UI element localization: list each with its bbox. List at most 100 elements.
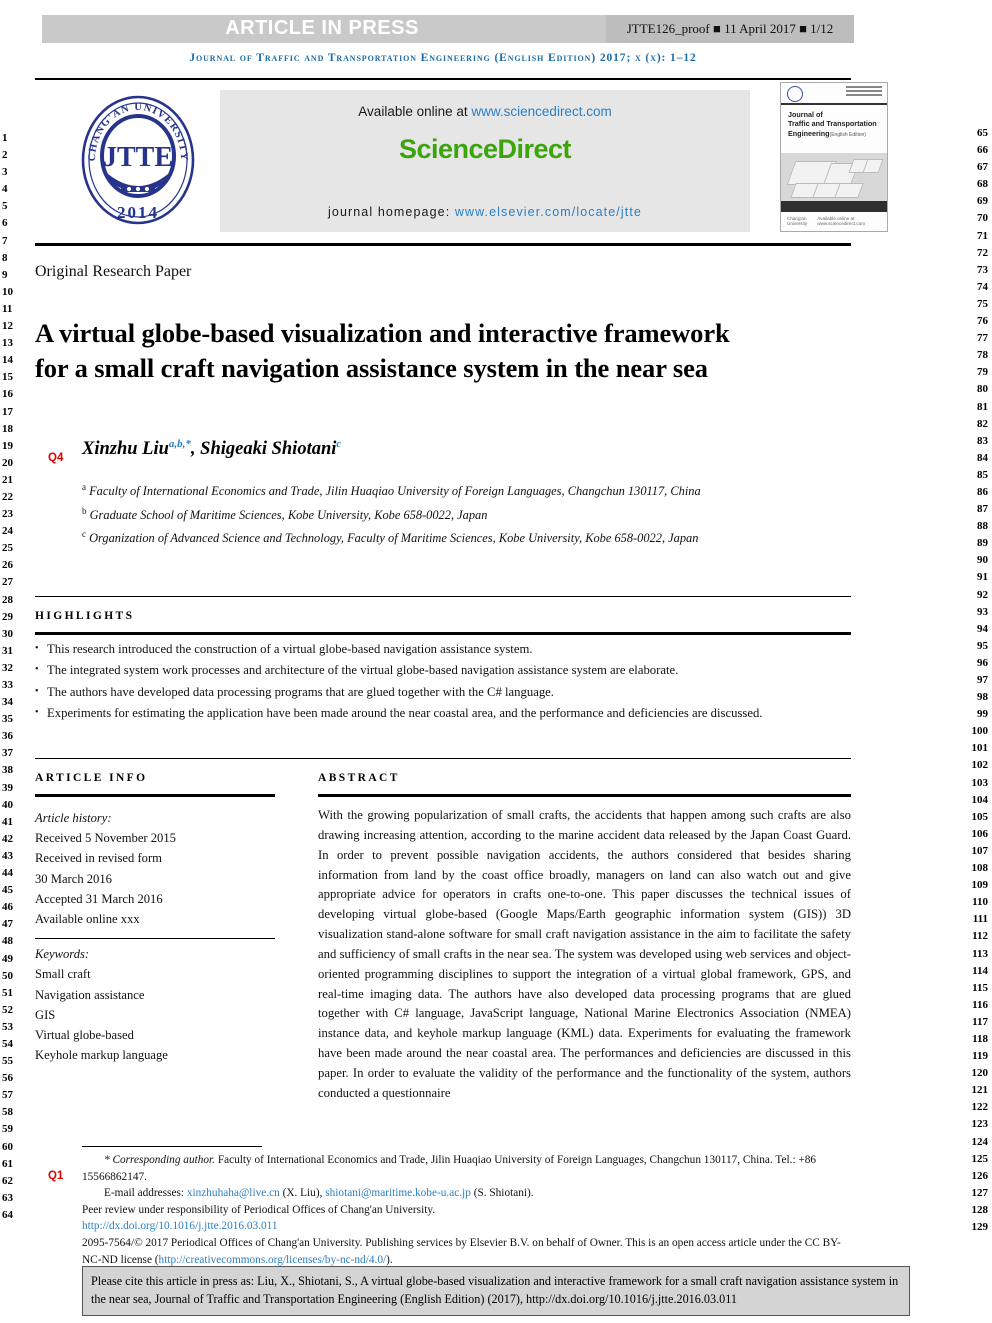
line-numbers-right: 65 66 67 68 69 70 71 72 73 74 75 76 77 78 79 80 81 82 83 84…: [946, 125, 989, 1236]
journal-running-head: Journal of Traffic and Transportation En…: [189, 52, 697, 64]
keywords-block: Keywords: Small craft Navigation assistan…: [35, 944, 275, 1065]
author-separator: ,: [190, 439, 201, 460]
line-number: 85: [977, 468, 988, 481]
affiliation-text: Faculty of International Economics and T…: [89, 484, 701, 499]
copyright-note: 2095-7564/© 2017 Periodical Offices of C…: [82, 1235, 852, 1268]
email-link-1[interactable]: xinzhuhaha@live.cn: [187, 1187, 280, 1199]
line-number: 109: [971, 879, 989, 892]
page-title: A virtual globe-based visualization and …: [35, 317, 730, 384]
keyword-item: GIS: [35, 1007, 56, 1022]
line-number: 87: [977, 503, 988, 516]
line-number: 120: [971, 1067, 989, 1080]
author-2-name: Shigeaki Shiotani: [200, 439, 337, 460]
highlights-top-rule: [35, 596, 851, 597]
line-number: 102: [971, 759, 989, 772]
line-number: 107: [971, 844, 989, 857]
article-history-item: Accepted 31 March 2016: [35, 891, 163, 906]
line-number: 101: [971, 742, 989, 755]
line-number: 112: [972, 930, 988, 943]
line-number: 27: [2, 576, 13, 589]
license-link[interactable]: http://creativecommons.org/licenses/by-n…: [159, 1254, 387, 1266]
sciencedirect-banner: Available online at www.sciencedirect.co…: [220, 90, 750, 232]
sciencedirect-link[interactable]: www.sciencedirect.com: [471, 104, 611, 119]
doi-link[interactable]: http://dx.doi.org/10.1016/j.jtte.2016.03…: [82, 1220, 278, 1232]
cover-foot-left: Chang'an University: [787, 216, 808, 226]
line-number: 115: [972, 981, 988, 994]
line-number: 83: [977, 434, 988, 447]
highlight-item: The integrated system work processes and…: [35, 660, 851, 681]
affiliation-mark: a: [82, 482, 86, 492]
journal-homepage-link[interactable]: www.elsevier.com/locate/jtte: [455, 205, 642, 219]
line-number: 90: [977, 554, 988, 567]
line-number: 123: [971, 1118, 989, 1131]
keyword-item: Small craft: [35, 967, 91, 982]
line-number: 56: [2, 1072, 13, 1085]
line-number: 58: [2, 1106, 13, 1119]
line-number: 113: [972, 947, 988, 960]
footnote-rule: [82, 1146, 262, 1147]
line-number: 36: [2, 730, 13, 743]
author-1-name: Xinzhu Liu: [82, 439, 169, 460]
email-addresses-label: E-mail addresses:: [104, 1187, 184, 1200]
masthead: CHANG'AN UNIVERSITY JTTE 2014 Available …: [35, 82, 895, 232]
line-number: 76: [977, 315, 988, 328]
article-type-label: Original Research Paper: [35, 263, 192, 280]
line-number: 93: [977, 605, 988, 618]
keyword-item: Virtual globe-based: [35, 1028, 134, 1043]
line-number: 111: [972, 913, 988, 926]
author-2-affiliation-marks: c: [336, 438, 342, 450]
cover-title-line1: Journal of: [788, 110, 823, 119]
doi-line: http://dx.doi.org/10.1016/j.jtte.2016.03…: [82, 1218, 852, 1235]
cover-band: [781, 201, 887, 212]
available-online-label: Available online at: [358, 104, 468, 119]
article-info-heading: ARTICLE INFO: [35, 772, 148, 784]
highlight-item: The authors have developed data processi…: [35, 682, 851, 703]
line-number: 28: [2, 593, 13, 606]
line-number: 122: [971, 1101, 989, 1114]
journal-homepage-line: journal homepage: www.elsevier.com/locat…: [220, 205, 750, 219]
line-number: 105: [971, 810, 989, 823]
line-number: 21: [2, 473, 13, 486]
author-list: Xinzhu Liua,b,*, Shigeaki Shiotanic: [82, 438, 872, 460]
cover-header: [781, 83, 887, 105]
copyright-end: ).: [386, 1253, 393, 1266]
line-number: 99: [977, 708, 988, 721]
line-number: 59: [2, 1123, 13, 1136]
affiliation-item: b Graduate School of Maritime Sciences, …: [82, 502, 882, 526]
line-number: 65: [977, 127, 988, 139]
article-info-column: Article history: Received 5 November 201…: [35, 808, 275, 1065]
line-number: 80: [977, 383, 988, 396]
abstract-text: With the growing popularization of small…: [318, 808, 851, 1100]
line-number: 10: [2, 285, 13, 298]
line-number: 75: [977, 297, 988, 310]
cover-title-line2: Traffic and Transportation: [788, 119, 877, 129]
line-number: 100: [971, 725, 989, 738]
available-online-line: Available online at www.sciencedirect.co…: [220, 104, 750, 119]
cover-seal-icon: [787, 86, 803, 102]
journal-cover-thumbnail: Journal of Traffic and Transportation En…: [780, 82, 888, 232]
line-number: 66: [977, 144, 988, 157]
article-history-item: Received in revised form: [35, 851, 162, 866]
highlight-item: This research introduced the constructio…: [35, 639, 851, 660]
highlights-rule: [35, 632, 851, 635]
query-marker-q4[interactable]: Q4: [48, 452, 63, 464]
line-number: 116: [972, 998, 988, 1011]
line-number: 74: [977, 280, 988, 293]
line-number: 71: [977, 229, 988, 242]
email-owner-1: (X. Liu),: [282, 1187, 323, 1200]
keyword-item: Keyhole markup language: [35, 1048, 168, 1063]
cover-title-sub: (English Edition): [829, 131, 866, 138]
line-number: 63: [2, 1191, 13, 1204]
article-in-press-band: ARTICLE IN PRESS JTTE126_proof ■ 11 Apri…: [42, 15, 854, 43]
svg-text:JTTE: JTTE: [103, 142, 173, 173]
keywords-label: Keywords:: [35, 947, 90, 962]
email-link-2[interactable]: shiotani@maritime.kobe-u.ac.jp: [325, 1187, 471, 1199]
line-number: 68: [977, 178, 988, 191]
line-number: 108: [971, 862, 989, 875]
line-number: 103: [971, 776, 989, 789]
article-info-rule: [35, 794, 275, 797]
article-in-press-label: ARTICLE IN PRESS: [225, 17, 419, 39]
line-number: 104: [971, 793, 989, 806]
query-marker-q1[interactable]: Q1: [48, 1170, 63, 1182]
article-history-label: Article history:: [35, 811, 112, 825]
